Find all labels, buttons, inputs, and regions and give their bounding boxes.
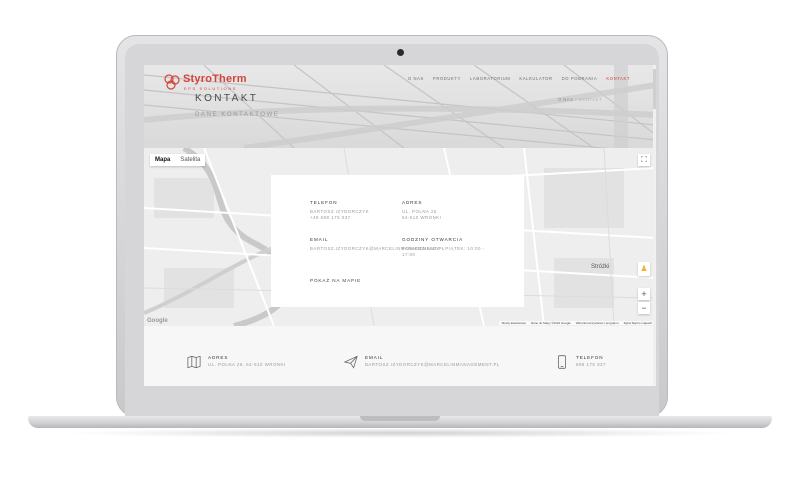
map-type-toggle: Mapa Satelita <box>150 154 206 166</box>
map-icon <box>187 355 201 369</box>
browser-screen: StyroTherm EPS SOLUTIONS O NAS PRODUKTY … <box>144 65 656 386</box>
nav-item-kontakt[interactable]: KONTAKT <box>606 76 630 81</box>
footer-address-heading: ADRES <box>208 355 229 360</box>
card-phone: TELEFON BARTOSZ IZYDORCZYK +48 698 175 0… <box>310 200 369 220</box>
card-phone-number[interactable]: +48 698 175 037 <box>310 215 369 221</box>
brand-tagline: EPS SOLUTIONS <box>184 86 238 91</box>
brand-name: StyroTherm <box>183 73 247 85</box>
card-hours: GODZINY OTWARCIA PONIEDZIAŁEK - PIĄTEK: … <box>402 237 485 257</box>
plus-icon[interactable]: + <box>638 288 650 300</box>
scrollbar-thumb[interactable] <box>653 69 656 109</box>
nav-item-kalkulator[interactable]: KALKULATOR <box>519 76 552 81</box>
brand-logo[interactable]: StyroTherm EPS SOLUTIONS <box>164 73 254 95</box>
card-phone-name: BARTOSZ IZYDORCZYK <box>310 209 370 214</box>
page-hero: StyroTherm EPS SOLUTIONS O NAS PRODUKTY … <box>144 65 656 148</box>
breadcrumb: O NAS / KONTAKT <box>558 97 602 102</box>
nav-item-do-pobrania[interactable]: DO POBRANIA <box>562 76 598 81</box>
card-address: ADRES UL. POLNA 26 64-510 WRONKI <box>402 200 441 220</box>
attribution-shortcuts[interactable]: Skróty klawiszowe <box>501 321 526 325</box>
footer-address: ADRES UL. POLNA 26, 64-510 WRONKI <box>187 355 286 369</box>
contact-footer: ADRES UL. POLNA 26, 64-510 WRONKI EMAIL … <box>144 326 656 386</box>
footer-email-heading: EMAIL <box>365 355 384 360</box>
nav-item-o-nas[interactable]: O NAS <box>408 76 424 81</box>
map-type-satellite[interactable]: Satelita <box>175 154 205 166</box>
footer-email-value[interactable]: BARTOSZ.IZYDORCZYK@MARCELINMANAGEMENT.PL <box>365 362 500 367</box>
contact-card: TELEFON BARTOSZ IZYDORCZYK +48 698 175 0… <box>271 175 524 307</box>
breadcrumb-current: KONTAKT <box>579 97 602 102</box>
nav-item-produkty[interactable]: PRODUKTY <box>433 76 461 81</box>
fullscreen-icon[interactable]: ⛶ <box>638 154 650 166</box>
logo-circles-icon <box>164 74 180 90</box>
attribution-terms[interactable]: Warunki korzystania z programu <box>576 321 619 325</box>
map-type-map[interactable]: Mapa <box>150 154 175 166</box>
phone-icon <box>558 355 566 369</box>
attribution-data: Dane do Mapy ©2022 Google <box>530 321 571 325</box>
page-scrollbar[interactable] <box>653 65 656 386</box>
card-address-heading: ADRES <box>402 200 423 205</box>
main-nav: O NAS PRODUKTY LABORATORIUM KALKULATOR D… <box>408 76 630 81</box>
attribution-report[interactable]: Zgłoś błąd w mapach <box>624 321 652 325</box>
show-on-map-link[interactable]: POKAŻ NA MAPIE <box>310 278 361 283</box>
card-phone-heading: TELEFON <box>310 200 338 205</box>
minus-icon[interactable]: − <box>638 302 650 314</box>
laptop-camera <box>397 49 404 56</box>
pegman-icon[interactable]: ♟ <box>638 262 650 276</box>
google-map[interactable]: Mapa Satelita ⛶ ♟ + − Stróżki Google Skr… <box>144 148 656 326</box>
page-subtitle: DANE KONTAKTOWE <box>195 112 280 118</box>
card-hours-heading: GODZINY OTWARCIA <box>402 237 464 242</box>
nav-item-laboratorium[interactable]: LABORATORIUM <box>470 76 510 81</box>
map-attribution: Skróty klawiszowe Dane do Mapy ©2022 Goo… <box>499 321 654 325</box>
page-title: KONTAKT <box>195 93 259 104</box>
footer-phone-heading: TELEFON <box>576 355 604 360</box>
card-address-street: UL. POLNA 26 <box>402 209 437 214</box>
laptop-notch <box>360 416 440 421</box>
map-town-label: Stróżki <box>591 264 610 270</box>
breadcrumb-home[interactable]: O NAS <box>558 97 574 102</box>
card-hours-line1: PONIEDZIAŁEK - PIĄTEK: 10:00 - <box>402 246 485 251</box>
footer-phone-value[interactable]: 698 175 037 <box>576 362 606 367</box>
google-logo: Google <box>147 318 168 324</box>
footer-email: EMAIL BARTOSZ.IZYDORCZYK@MARCELINMANAGEM… <box>344 355 500 369</box>
card-hours-line2: 17:00 <box>402 251 416 257</box>
laptop-shadow <box>60 428 740 438</box>
footer-address-value: UL. POLNA 26, 64-510 WRONKI <box>208 362 286 367</box>
paper-plane-icon <box>344 355 358 369</box>
footer-phone: TELEFON 698 175 037 <box>555 355 606 369</box>
card-address-city: 64-510 WRONKI <box>402 214 442 220</box>
